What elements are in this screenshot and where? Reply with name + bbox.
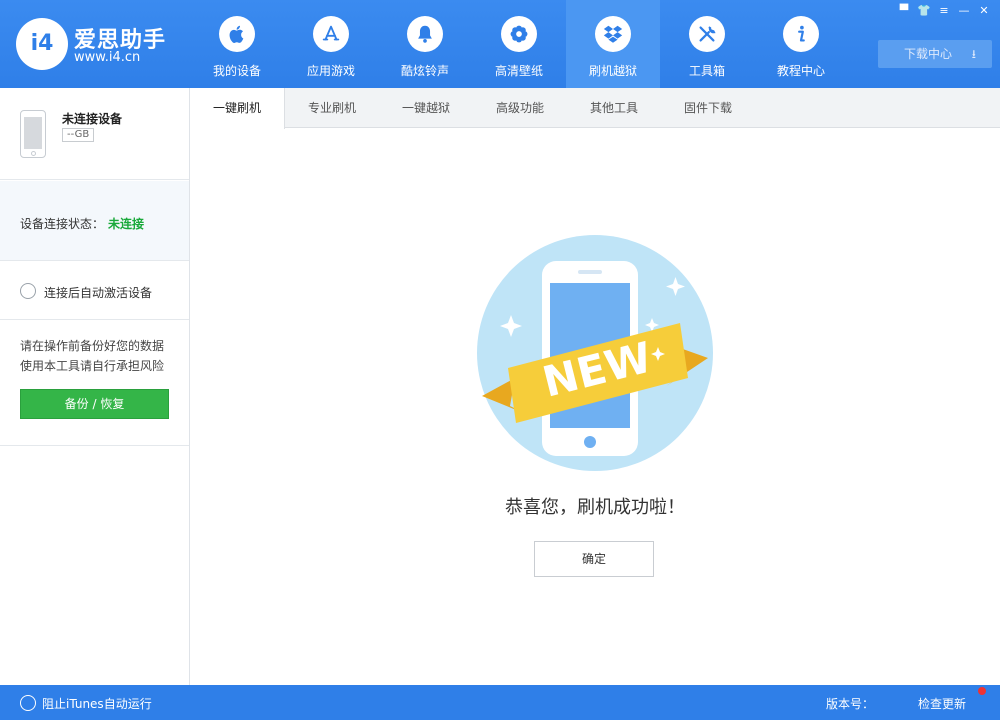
apple-icon bbox=[219, 16, 255, 52]
tab-advanced[interactable]: 高级功能 bbox=[473, 88, 567, 128]
info-icon bbox=[783, 16, 819, 52]
tools-icon bbox=[689, 16, 725, 52]
tab-one-click-jailbreak[interactable]: 一键越狱 bbox=[379, 88, 473, 128]
update-badge bbox=[978, 687, 986, 695]
nav-flash-jailbreak[interactable]: 刷机越狱 bbox=[566, 0, 660, 88]
device-card: 未连接设备 --GB bbox=[0, 88, 189, 180]
flower-icon bbox=[501, 16, 537, 52]
nav-my-device[interactable]: 我的设备 bbox=[190, 0, 284, 88]
tab-bar: 一键刷机 专业刷机 一键越狱 高级功能 其他工具 固件下载 bbox=[190, 88, 1000, 129]
nav-label: 刷机越狱 bbox=[588, 64, 637, 78]
status-bar: 阻止iTunes自动运行 版本号： 检查更新 bbox=[0, 685, 1000, 720]
device-capacity: --GB bbox=[62, 128, 95, 142]
nav-label: 教程中心 bbox=[776, 64, 825, 78]
logo-text: i4 bbox=[30, 31, 54, 56]
download-icon: ⭳ bbox=[971, 47, 976, 61]
minimize-icon[interactable]: — bbox=[954, 2, 974, 20]
window-controls: ▀ 👕 ≡ — ✕ bbox=[894, 2, 994, 20]
tab-firmware-download[interactable]: 固件下载 bbox=[661, 88, 755, 128]
auto-activate-radio[interactable] bbox=[20, 283, 36, 299]
success-illustration: NEW bbox=[470, 228, 720, 478]
nav-toolbox[interactable]: 工具箱 bbox=[660, 0, 754, 88]
auto-activate-label: 连接后自动激活设备 bbox=[44, 286, 153, 300]
tab-pro-flash[interactable]: 专业刷机 bbox=[285, 88, 379, 128]
block-itunes-label[interactable]: 阻止iTunes自动运行 bbox=[42, 695, 152, 712]
nav-label: 我的设备 bbox=[212, 64, 261, 78]
warning-line-2: 使用本工具请自行承担风险 bbox=[20, 359, 165, 373]
check-update-link[interactable]: 检查更新 bbox=[918, 695, 966, 712]
top-bar: i4 爱思助手 www.i4.cn 我的设备 应用游戏 酷炫铃声 高清壁纸 刷机… bbox=[0, 0, 1000, 88]
app-url: www.i4.cn bbox=[74, 50, 141, 65]
device-name: 未连接设备 bbox=[62, 112, 123, 126]
tab-other-tools[interactable]: 其他工具 bbox=[567, 88, 661, 128]
version-label: 版本号： bbox=[826, 697, 875, 711]
block-itunes-radio[interactable] bbox=[20, 695, 36, 711]
nav-tutorials[interactable]: 教程中心 bbox=[754, 0, 848, 88]
main-content: 一键刷机 专业刷机 一键越狱 高级功能 其他工具 固件下载 NEW 恭喜您，刷机… bbox=[190, 88, 1000, 685]
nav-label: 酷炫铃声 bbox=[400, 64, 449, 78]
download-center-label: 下载中心 bbox=[904, 47, 953, 61]
nav-wallpapers[interactable]: 高清壁纸 bbox=[472, 0, 566, 88]
nav-apps-games[interactable]: 应用游戏 bbox=[284, 0, 378, 88]
logo-badge: i4 bbox=[16, 18, 68, 70]
nav-label: 高清壁纸 bbox=[494, 64, 543, 78]
download-center-button[interactable]: 下载中心 ⭳ bbox=[878, 40, 992, 68]
close-icon[interactable]: ✕ bbox=[974, 2, 994, 20]
tab-one-click-flash[interactable]: 一键刷机 bbox=[190, 88, 285, 129]
skin-icon[interactable]: 👕 bbox=[914, 2, 934, 20]
app-logo: i4 爱思助手 www.i4.cn bbox=[16, 16, 176, 72]
nav-label: 应用游戏 bbox=[306, 64, 355, 78]
warning-box: 请在操作前备份好您的数据 使用本工具请自行承担风险 备份 / 恢复 bbox=[0, 321, 189, 446]
warning-line-1: 请在操作前备份好您的数据 bbox=[20, 339, 165, 353]
menu-icon[interactable]: ≡ bbox=[934, 2, 954, 20]
auto-activate-option[interactable]: 连接后自动激活设备 bbox=[0, 262, 189, 320]
nav-label: 工具箱 bbox=[688, 64, 725, 78]
dropbox-box-icon bbox=[595, 16, 631, 52]
phone-icon bbox=[20, 110, 46, 158]
success-message: 恭喜您，刷机成功啦！ bbox=[505, 497, 685, 518]
nav-ringtones[interactable]: 酷炫铃声 bbox=[378, 0, 472, 88]
connection-status: 设备连接状态： 未连接 bbox=[0, 181, 189, 261]
connection-status-value: 未连接 bbox=[108, 217, 145, 231]
feedback-icon[interactable]: ▀ bbox=[894, 2, 914, 20]
ok-button[interactable]: 确定 bbox=[534, 541, 654, 577]
app-store-icon bbox=[313, 16, 349, 52]
bell-icon bbox=[407, 16, 443, 52]
connection-status-label: 设备连接状态： bbox=[20, 217, 105, 231]
sidebar: 未连接设备 --GB 设备连接状态： 未连接 连接后自动激活设备 请在操作前备份… bbox=[0, 88, 190, 685]
backup-restore-button[interactable]: 备份 / 恢复 bbox=[20, 389, 169, 419]
